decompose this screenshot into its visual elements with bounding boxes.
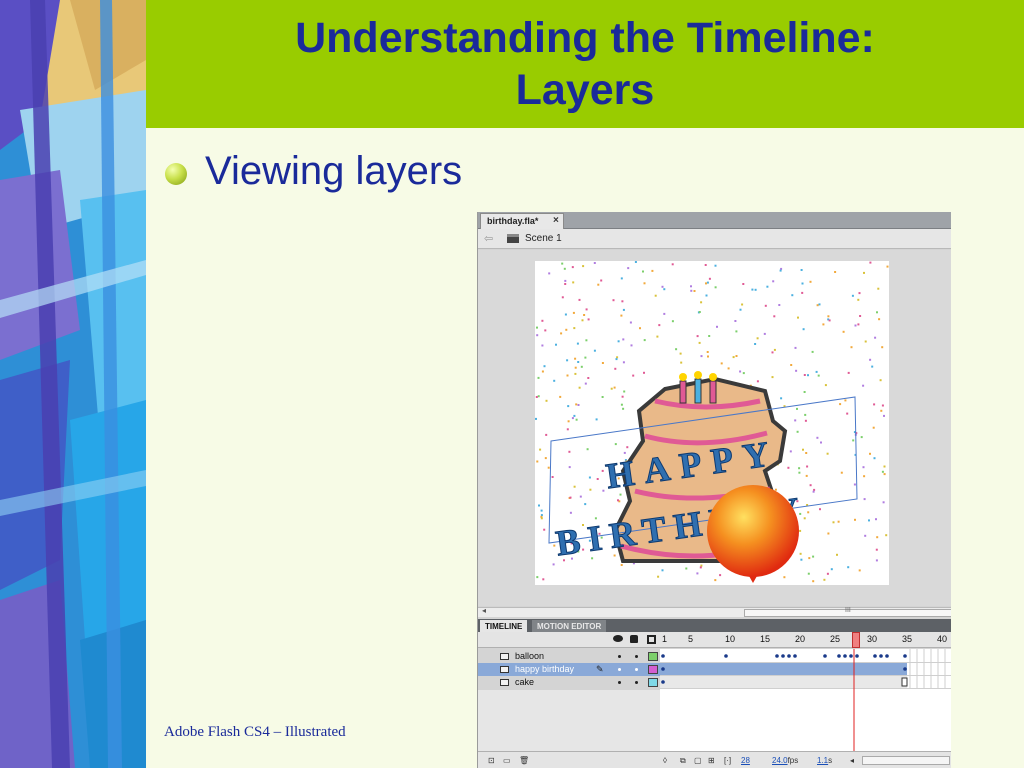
lock-dot[interactable] <box>635 655 638 658</box>
visibility-dot[interactable] <box>618 668 621 671</box>
scroll-left-arrow-icon[interactable]: ◂ <box>850 756 854 765</box>
slide-footer: Adobe Flash CS4 – Illustrated <box>164 724 346 740</box>
timeline-scrollbar[interactable] <box>862 756 950 765</box>
frame-number: 40 <box>937 634 948 644</box>
layer-icon <box>500 653 509 660</box>
slide-title-line-1: Understanding the Timeline: <box>295 14 875 62</box>
lock-dot[interactable] <box>635 681 638 684</box>
timeline-header: 1 5 10 15 20 25 30 35 40 <box>478 632 951 648</box>
layer-name: cake <box>515 677 535 687</box>
elapsed-value: 1.1 <box>817 756 829 765</box>
onion-skin-icon[interactable]: ⧉ <box>680 756 686 766</box>
bullet-icon <box>165 163 187 185</box>
frame-grid <box>660 649 951 751</box>
back-arrow-icon[interactable]: ⇦ <box>484 232 493 245</box>
tab-timeline[interactable]: TIMELINE <box>480 620 528 632</box>
new-layer-icon[interactable]: ⊡ <box>488 756 495 765</box>
fps-value[interactable]: 24.0 <box>772 756 788 765</box>
delete-trash-icon[interactable]: 🗑 <box>519 756 529 765</box>
slide-title-line-2: Layers <box>515 66 655 114</box>
frame-rate[interactable]: 24.0fps <box>772 756 798 765</box>
flash-window: birthday.fla* × ⇦ Scene 1 HAPPY BIRTHDAY… <box>477 212 951 768</box>
onion-outline-icon[interactable]: ▢ <box>694 756 702 765</box>
layer-list-empty <box>478 690 660 751</box>
scene-clapper-icon <box>507 234 519 243</box>
document-tab[interactable]: birthday.fla* × <box>480 213 564 229</box>
frame-number: 30 <box>867 634 878 644</box>
frame-number: 10 <box>725 634 736 644</box>
title-bar: Understanding the Timeline: Layers <box>146 0 1024 128</box>
frame-number: 15 <box>760 634 771 644</box>
stage-artwork: HAPPY BIRTHDAY <box>535 261 889 583</box>
frame-number: 20 <box>795 634 806 644</box>
elapsed-unit: s <box>828 756 833 765</box>
layer-name: happy birthday <box>515 664 575 674</box>
horizontal-scrollbar[interactable]: ◂ III <box>478 606 951 617</box>
pencil-icon: ✎ <box>596 664 604 674</box>
layer-outline-color[interactable] <box>648 652 658 661</box>
bullet-text: Viewing layers <box>205 149 463 193</box>
visibility-dot[interactable] <box>618 655 621 658</box>
close-icon[interactable]: × <box>553 215 559 226</box>
pasteboard: HAPPY BIRTHDAY <box>478 250 951 606</box>
layer-icon <box>500 679 509 686</box>
current-frame[interactable]: 28 <box>741 756 750 765</box>
new-folder-icon[interactable]: ▭ <box>503 756 511 765</box>
slide-title: Understanding the Timeline: Layers <box>146 12 1024 116</box>
scrollbar-thumb[interactable]: III <box>744 607 951 617</box>
show-hide-eye-icon[interactable] <box>613 635 623 642</box>
layer-outline-color[interactable] <box>648 678 658 687</box>
elapsed-time: 1.1s <box>817 756 832 765</box>
center-frame-icon[interactable]: ◊ <box>663 756 667 765</box>
frame-number: 25 <box>830 634 841 644</box>
frame-number: 1 <box>662 634 668 644</box>
playhead-handle[interactable] <box>852 632 860 648</box>
timeline-status-bar: ⊡ ▭ 🗑 ◊ ⧉ ▢ ⊞ [·] 28 24.0fps 1.1s ◂ <box>478 751 951 768</box>
layer-row-happy-birthday[interactable]: happy birthday ✎ <box>478 663 660 676</box>
lock-dot[interactable] <box>635 668 638 671</box>
layer-row-balloon[interactable]: balloon <box>478 650 660 663</box>
lock-icon[interactable] <box>630 635 638 643</box>
decorative-painted-strip <box>0 0 146 768</box>
scene-label[interactable]: Scene 1 <box>525 233 562 244</box>
edit-bar: ⇦ Scene 1 <box>478 229 951 249</box>
layer-outline-color[interactable] <box>648 665 658 674</box>
edit-multiple-icon[interactable]: ⊞ <box>708 756 715 765</box>
scrollbar-grip: III <box>845 607 851 614</box>
layer-row-cake[interactable]: cake <box>478 676 660 689</box>
scroll-left-arrow-icon[interactable]: ◂ <box>482 606 486 615</box>
fps-unit: fps <box>787 756 799 765</box>
layer-icon <box>500 666 509 673</box>
outline-icon[interactable] <box>647 635 656 644</box>
frame-number: 35 <box>902 634 913 644</box>
modify-markers-icon[interactable]: [·] <box>724 756 731 765</box>
document-tab-label: birthday.fla* <box>487 216 539 226</box>
layer-name: balloon <box>515 651 545 661</box>
timeline-tab-bar: TIMELINE MOTION EDITOR <box>478 619 951 632</box>
frame-number: 5 <box>688 634 694 644</box>
balloon-graphic <box>707 485 799 583</box>
stage[interactable]: HAPPY BIRTHDAY <box>535 261 889 585</box>
visibility-dot[interactable] <box>618 681 621 684</box>
tab-motion-editor[interactable]: MOTION EDITOR <box>532 620 607 632</box>
document-tab-bar: birthday.fla* × <box>478 212 951 229</box>
